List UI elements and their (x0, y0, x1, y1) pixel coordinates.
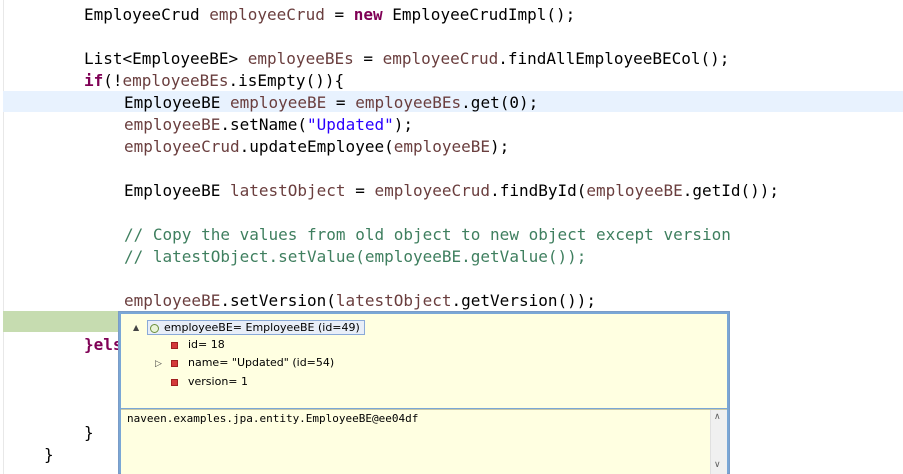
code-token: List<EmployeeBE> (84, 49, 248, 68)
code-line[interactable]: }els (84, 334, 123, 356)
code-token: .findById( (490, 181, 587, 200)
code-line[interactable]: List<EmployeeBE> employeeBEs = employeeC… (84, 48, 729, 70)
code-token: employeeBE (124, 115, 221, 134)
code-token: "Updated" (307, 115, 394, 134)
code-token: employeeBEs (122, 71, 229, 90)
code-line[interactable]: } (84, 422, 94, 444)
code-token: .getId()); (682, 181, 780, 200)
code-line[interactable]: EmployeeBE latestObject = employeeCrud.f… (124, 180, 779, 202)
tree-child-label: name= "Updated" (id=54) (188, 356, 335, 369)
code-token: }els (84, 335, 123, 354)
instance-icon (150, 323, 159, 333)
tree-child-node[interactable]: id= 18 (171, 336, 225, 354)
code-token: = (353, 49, 383, 68)
code-token: } (44, 445, 54, 464)
code-line[interactable]: employeeCrud.updateEmployee(employeeBE); (124, 136, 509, 158)
code-token: = (326, 93, 356, 112)
code-line[interactable]: employeeBE.setVersion(latestObject.getVe… (124, 290, 596, 312)
code-token: employeeBE (393, 137, 491, 156)
code-token: .get(0); (461, 93, 539, 112)
code-line[interactable]: // Copy the values from old object to ne… (124, 224, 731, 246)
editor-gutter-divider (3, 0, 4, 474)
code-token: .findAllEmployeeBECol(); (498, 49, 730, 68)
code-token: employeeBE (586, 181, 683, 200)
detail-value-text: naveen.examples.jpa.entity.EmployeeBE@ee… (127, 412, 419, 425)
code-token: employeeCrud (374, 181, 491, 200)
code-line[interactable]: EmployeeCrud employeeCrud = new Employee… (84, 4, 575, 26)
code-token: new (353, 5, 383, 24)
code-token: EmployeeBE (124, 181, 230, 200)
code-token: .setName( (220, 115, 308, 134)
code-line[interactable]: // latestObject.setValue(employeeBE.getV… (124, 246, 586, 268)
code-line[interactable]: employeeBE.setName("Updated"); (124, 114, 413, 136)
code-token: employeeCrud (209, 5, 325, 24)
code-token: employeeBEs (355, 93, 462, 112)
detail-scrollbar[interactable]: ∧ ∨ (710, 410, 727, 474)
scroll-down-icon[interactable]: ∨ (714, 460, 721, 470)
code-token: latestObject (229, 181, 346, 200)
code-line[interactable]: } (44, 444, 54, 466)
code-token: ); (393, 115, 413, 134)
code-line[interactable]: EmployeeBE employeeBE = employeeBEs.get(… (124, 92, 538, 114)
variable-tree[interactable]: ▲ employeeBE= EmployeeBE (id=49) id= 18 … (121, 314, 727, 408)
debug-inspect-popup[interactable]: ▲ employeeBE= EmployeeBE (id=49) id= 18 … (118, 311, 730, 474)
code-token: (! (103, 71, 123, 90)
tree-root-node[interactable]: employeeBE= EmployeeBE (id=49) (147, 319, 365, 337)
code-token: // Copy the values from old object to ne… (124, 225, 731, 244)
code-token: employeeBE (124, 291, 221, 310)
code-token: EmployeeCrud (84, 5, 210, 24)
expand-arrow-icon[interactable]: ▷ (155, 355, 162, 373)
tree-child-label: id= 18 (188, 338, 225, 351)
field-private-icon (171, 341, 178, 349)
code-token: employeeBEs (247, 49, 354, 68)
field-private-icon (171, 378, 178, 386)
code-token: EmployeeBE (124, 93, 230, 112)
tree-child-label: version= 1 (188, 375, 249, 388)
code-token: EmployeeCrudImpl(); (382, 5, 576, 24)
collapse-arrow-icon[interactable]: ▲ (133, 319, 139, 337)
code-line[interactable]: if(!employeeBEs.isEmpty()){ (84, 70, 344, 92)
scroll-up-icon[interactable]: ∧ (714, 412, 721, 422)
code-token: // latestObject.setValue(employeeBE.getV… (124, 247, 587, 266)
code-token: = (345, 181, 375, 200)
tree-root-label: employeeBE= EmployeeBE (id=49) (164, 321, 360, 334)
detail-pane[interactable]: naveen.examples.jpa.entity.EmployeeBE@ee… (121, 409, 727, 474)
debug-line-highlight (3, 311, 118, 332)
field-private-icon (171, 359, 178, 367)
tree-child-node[interactable]: name= "Updated" (id=54) (171, 354, 334, 372)
code-token: .getVersion()); (451, 291, 597, 310)
code-token: } (84, 423, 94, 442)
tree-child-node[interactable]: version= 1 (171, 373, 248, 391)
code-token: .isEmpty()){ (228, 71, 345, 90)
code-token: latestObject (335, 291, 452, 310)
code-token: employeeBE (229, 93, 327, 112)
code-token: .setVersion( (220, 291, 336, 310)
code-token: employeeCrud (124, 137, 240, 156)
code-token: ); (490, 137, 510, 156)
code-token: employeeCrud (382, 49, 499, 68)
code-token: = (324, 5, 354, 24)
code-token: if (84, 71, 104, 90)
code-token: .updateEmployee( (239, 137, 394, 156)
